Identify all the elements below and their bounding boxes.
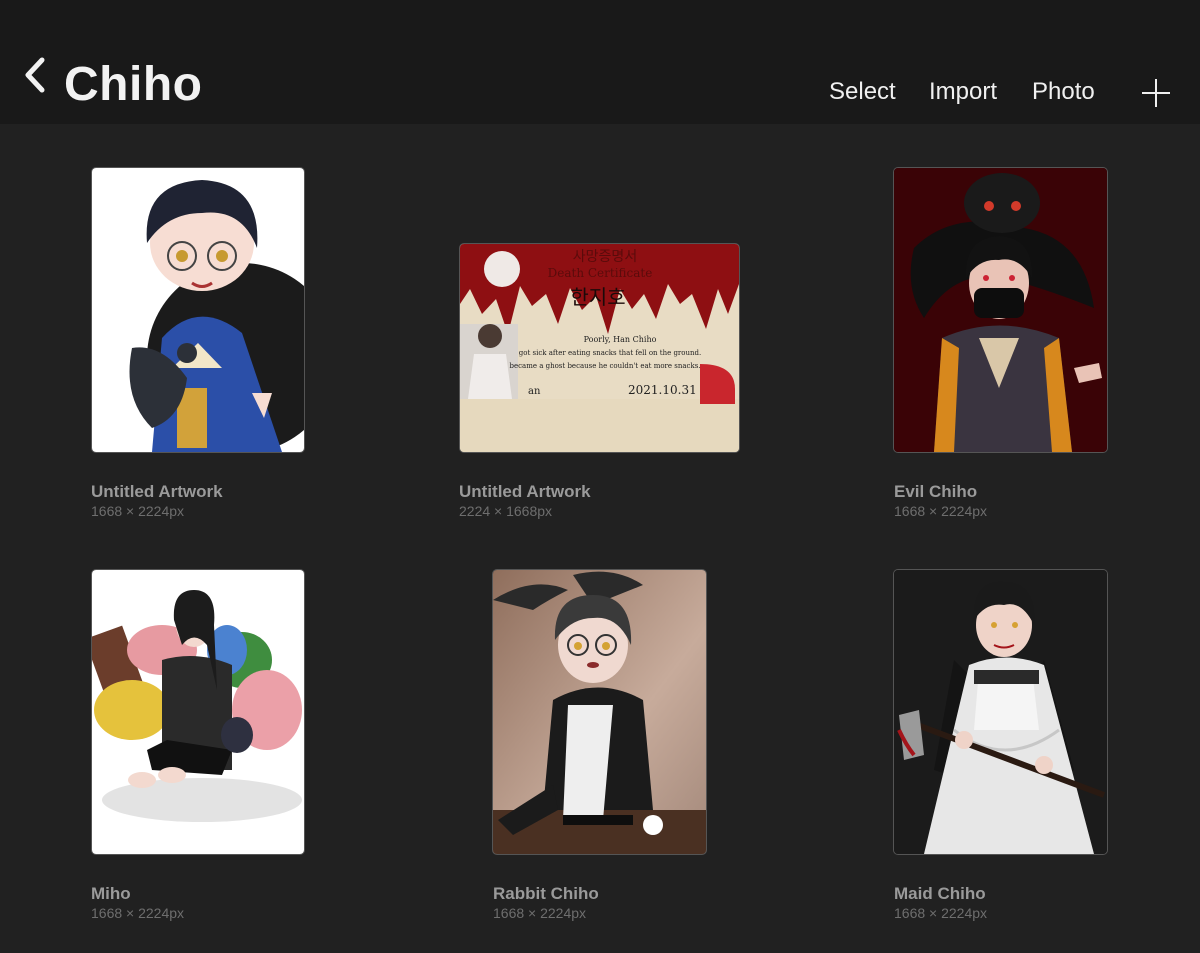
cert-signature: an [528,386,541,397]
artwork-image [92,570,304,854]
artwork-name: Evil Chiho [894,482,978,501]
add-button[interactable] [1140,77,1172,109]
artwork-thumbnail[interactable] [893,167,1108,453]
gallery-title: Chiho [64,58,203,111]
cert-korean-title: 사망증명서 [573,249,637,265]
artwork-size: 1668 × 2224px [91,905,185,921]
artwork-thumbnail[interactable] [492,569,707,855]
cert-line-ghost: became a ghost because he couldn't eat m… [509,362,700,370]
cert-english-title: Death Certificate [548,266,653,280]
cert-line-poorly: Poorly, Han Chiho [584,335,657,344]
photo-button[interactable]: Photo [1032,78,1095,106]
artwork-size: 1668 × 2224px [894,503,988,519]
chevron-left-icon [22,55,48,95]
artwork-name: Miho [91,884,131,903]
artwork-image [92,168,304,452]
cert-name-korean: 한지호 [570,285,625,309]
cert-date: 2021.10.31 [628,383,697,397]
back-button[interactable] [22,55,48,95]
artwork-image: 사망증명서 Death Certificate 한지호 Poorly, Han … [460,244,739,452]
artwork-size: 1668 × 2224px [493,905,587,921]
plus-icon [1140,79,1172,113]
artwork-image [894,168,1107,452]
artwork-size: 2224 × 1668px [459,503,553,519]
artwork-name: Maid Chiho [894,884,986,903]
artwork-thumbnail[interactable] [893,569,1108,855]
artwork-name: Untitled Artwork [91,482,223,501]
import-button[interactable]: Import [929,78,997,106]
artwork-thumbnail[interactable]: 사망증명서 Death Certificate 한지호 Poorly, Han … [459,243,740,453]
artwork-name: Rabbit Chiho [493,884,599,903]
artwork-thumbnail[interactable] [91,569,305,855]
artwork-image [894,570,1107,854]
artwork-name: Untitled Artwork [459,482,591,501]
artwork-size: 1668 × 2224px [91,503,185,519]
artwork-image [493,570,706,854]
select-button[interactable]: Select [829,78,896,106]
cert-line-sick: got sick after eating snacks that fell o… [519,349,701,357]
artwork-size: 1668 × 2224px [894,905,988,921]
artwork-thumbnail[interactable] [91,167,305,453]
